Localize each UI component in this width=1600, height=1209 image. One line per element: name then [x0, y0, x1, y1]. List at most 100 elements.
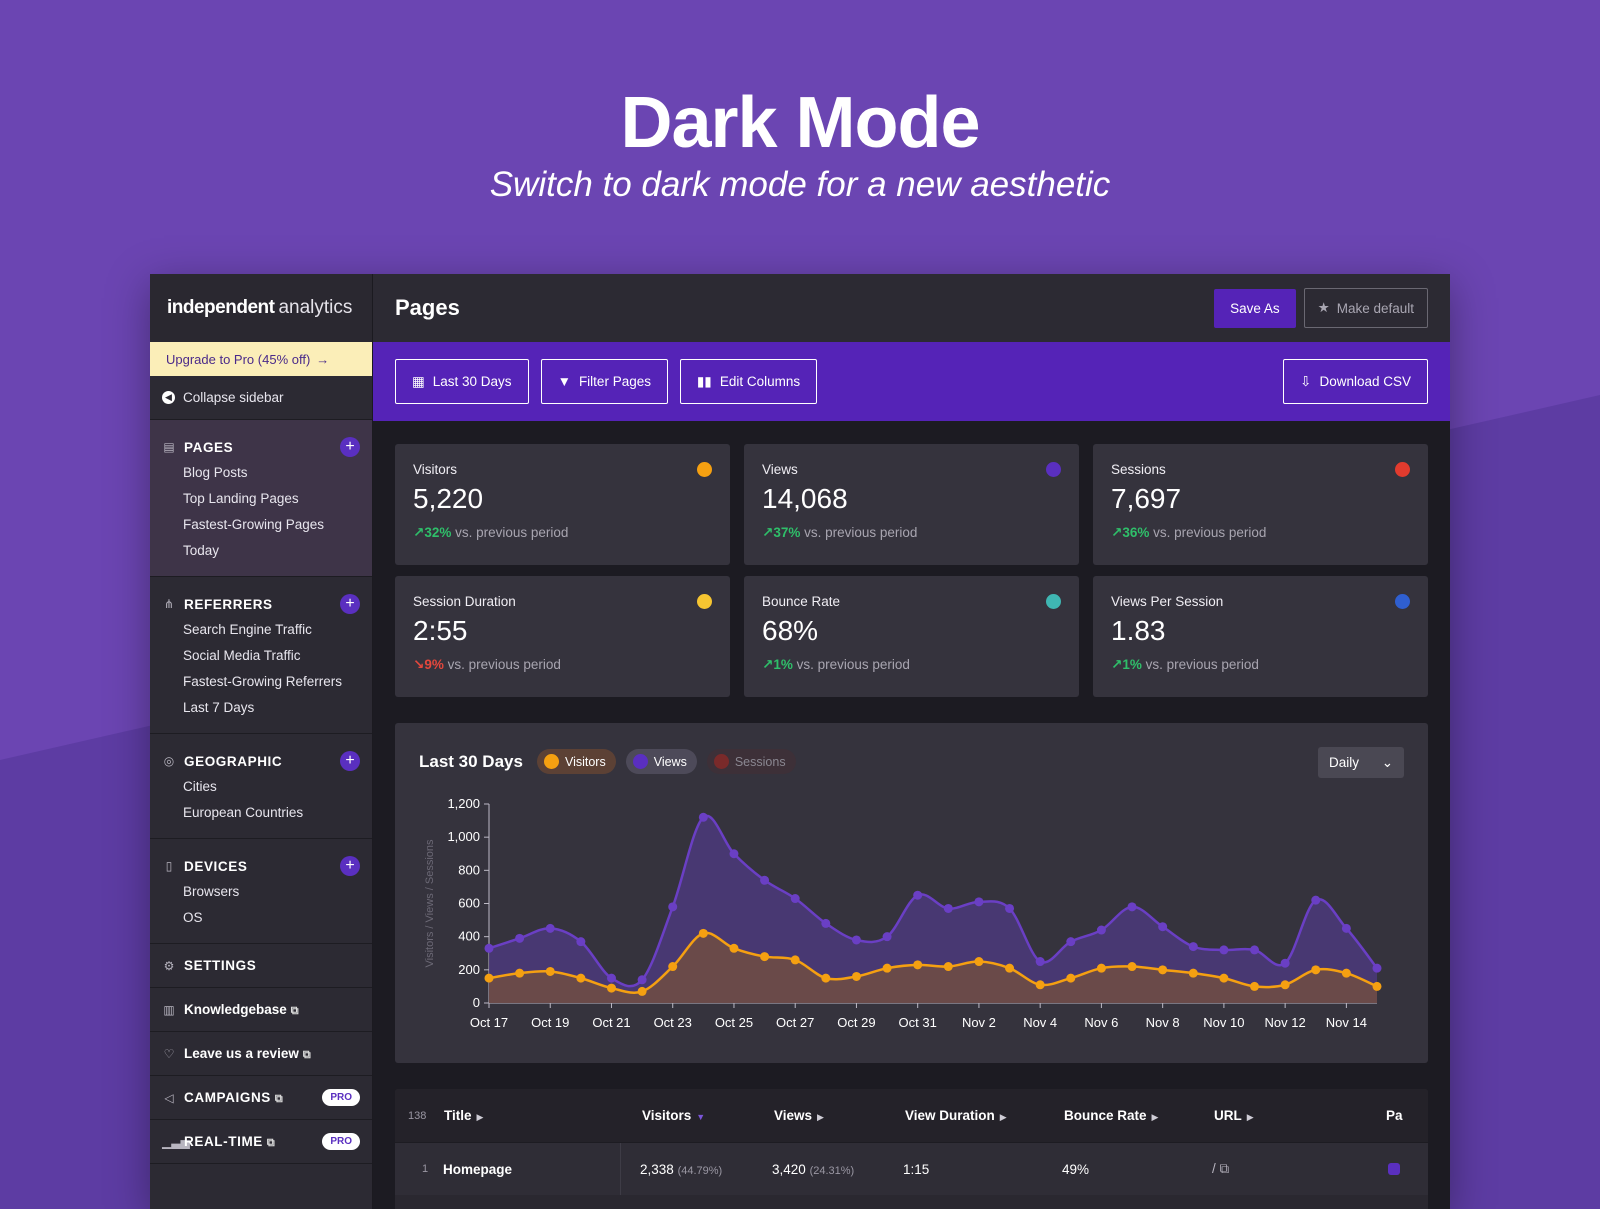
add-report-button[interactable]: + [340, 437, 360, 457]
data-point-views [1311, 895, 1321, 905]
traffic-chart: 0 200 400 600 800 1,000 1,200 Oct 17 Oct 19 Oct 2… [424, 796, 1382, 1030]
stat-change-suffix: vs. previous period [447, 657, 561, 672]
chart-title: Last 30 Days [419, 751, 523, 771]
pro-badge: PRO [322, 1133, 360, 1150]
heart-icon: ♡ [163, 1046, 175, 1061]
data-point-visitors [484, 973, 494, 983]
column-header-bounce-rate[interactable]: Bounce Rate ▶ [1064, 1108, 1158, 1123]
stat-value: 1.83 [1111, 615, 1166, 646]
data-point-views [1158, 922, 1168, 932]
sort-icon: ▶ [817, 1112, 824, 1122]
row-views: 3,420 [772, 1161, 806, 1177]
sidebar-item[interactable]: OS [150, 905, 372, 931]
series-color-dot[interactable] [1395, 594, 1410, 609]
data-point-visitors [1005, 963, 1015, 973]
legend-toggle[interactable]: Sessions [706, 749, 796, 774]
data-point-visitors [1035, 980, 1045, 990]
legend-toggle[interactable]: Views [625, 749, 697, 774]
sidebar-item-settings[interactable]: ⚙ SETTINGS [150, 944, 372, 988]
sidebar-item[interactable]: European Countries [150, 800, 372, 826]
column-header-title[interactable]: Title ▶ [444, 1108, 483, 1123]
download-csv-button[interactable]: ⇩ Download CSV [1283, 359, 1428, 404]
header-label: Title [444, 1108, 472, 1123]
stat-card: Bounce Rate 68% ↗1% vs. previous period [744, 576, 1079, 697]
data-point-views [637, 975, 647, 985]
row-title[interactable]: Homepage [443, 1162, 512, 1177]
sidebar-item[interactable]: Search Engine Traffic [150, 617, 372, 643]
section-title[interactable]: DEVICES [184, 859, 340, 874]
stat-label: Session Duration [413, 594, 516, 609]
stat-label: Views Per Session [1111, 594, 1224, 609]
series-color-dot[interactable] [697, 594, 712, 609]
save-as-button[interactable]: Save As [1214, 288, 1296, 328]
external-link-icon: ⧉ [290, 1004, 299, 1017]
column-header-views[interactable]: Views ▶ [774, 1108, 824, 1123]
arrow-right-icon: → [316, 351, 330, 367]
stat-value: 14,068 [762, 483, 848, 514]
make-default-button[interactable]: ★ Make default [1303, 288, 1428, 328]
section-title[interactable]: REFERRERS [184, 597, 340, 612]
edit-columns-button[interactable]: ▮▮ Edit Columns [679, 359, 818, 404]
color-swatch [1388, 1163, 1400, 1175]
stat-label: Views [762, 462, 798, 477]
table-row[interactable]: 1 Homepage 2,338 (44.79%) 3,420 (24.31%)… [395, 1143, 1428, 1195]
section-title[interactable]: PAGES [184, 440, 340, 455]
x-tick-label: Nov 4 [1023, 1015, 1057, 1030]
column-header-url[interactable]: URL ▶ [1214, 1108, 1254, 1123]
legend-toggle[interactable]: Visitors [536, 749, 616, 774]
trend-up-icon: ↗ [1111, 525, 1123, 540]
legend-dot [543, 754, 559, 769]
series-color-dot[interactable] [1395, 462, 1410, 477]
legend-dot [632, 754, 648, 769]
row-views-pct: (24.31%) [809, 1164, 855, 1177]
sidebar-item[interactable]: Today [150, 538, 372, 564]
sidebar: independent analytics Upgrade to Pro (45… [150, 274, 373, 1209]
column-header-visitors[interactable]: Visitors ▼ [642, 1108, 705, 1123]
series-color-dot[interactable] [1046, 462, 1061, 477]
upgrade-banner[interactable]: Upgrade to Pro (45% off) → [150, 342, 372, 376]
section-title[interactable]: GEOGRAPHIC [184, 754, 340, 769]
sidebar-item-realtime[interactable]: ▁▃▅ REAL-TIME ⧉ PRO [150, 1120, 372, 1164]
row-visitors: 2,338 [640, 1161, 674, 1177]
date-range-button[interactable]: ▦ Last 30 Days [395, 359, 529, 404]
data-point-visitors [606, 983, 616, 993]
sidebar-item[interactable]: Blog Posts [150, 460, 372, 486]
sidebar-item[interactable]: Fastest-Growing Referrers [150, 669, 372, 695]
stat-value: 5,220 [413, 483, 484, 514]
column-header-partial[interactable]: Pa [1386, 1108, 1403, 1123]
sidebar-item[interactable]: Top Landing Pages [150, 486, 372, 512]
hero-title: Dark Mode [620, 83, 980, 163]
data-point-visitors [668, 962, 678, 972]
series-color-dot[interactable] [697, 462, 712, 477]
x-tick-label: Nov 8 [1146, 1015, 1180, 1030]
sidebar-item-knowledgebase[interactable]: ▥ Knowledgebase ⧉ [150, 988, 372, 1032]
filter-button[interactable]: ▼ Filter Pages [540, 359, 668, 404]
data-point-views [851, 935, 861, 945]
add-report-button[interactable]: + [340, 856, 360, 876]
data-point-visitors [882, 963, 892, 973]
megaphone-icon: ◁ [164, 1090, 174, 1105]
interval-select[interactable]: Daily ⌄ [1318, 747, 1404, 778]
sort-icon: ▶ [1151, 1112, 1159, 1122]
sort-icon: ▶ [476, 1112, 484, 1122]
sidebar-item-campaigns[interactable]: ◁ CAMPAIGNS ⧉ PRO [150, 1076, 372, 1120]
sidebar-item-review[interactable]: ♡ Leave us a review ⧉ [150, 1032, 372, 1076]
add-report-button[interactable]: + [340, 594, 360, 614]
sidebar-item[interactable]: Browsers [150, 879, 372, 905]
stat-value: 68% [762, 615, 819, 646]
logo[interactable]: independent analytics [150, 274, 372, 342]
collapse-sidebar-button[interactable]: ◀ Collapse sidebar [150, 376, 372, 420]
column-header-view-duration[interactable]: View Duration ▶ [905, 1108, 1007, 1123]
add-report-button[interactable]: + [340, 751, 360, 771]
series-color-dot[interactable] [1046, 594, 1061, 609]
y-tick-label: 1,000 [447, 829, 480, 844]
sidebar-item[interactable]: Social Media Traffic [150, 643, 372, 669]
table-header: 138 Title ▶ Visitors ▼ Views ▶ View Duratio… [395, 1089, 1428, 1143]
sidebar-item[interactable]: Last 7 Days [150, 695, 372, 721]
external-link-icon: ⧉ [1219, 1161, 1230, 1176]
chevron-down-icon: ⌄ [1381, 754, 1393, 770]
data-point-views [1341, 923, 1351, 933]
logo-bold: independent [167, 297, 275, 318]
sidebar-item[interactable]: Cities [150, 774, 372, 800]
sidebar-item[interactable]: Fastest-Growing Pages [150, 512, 372, 538]
